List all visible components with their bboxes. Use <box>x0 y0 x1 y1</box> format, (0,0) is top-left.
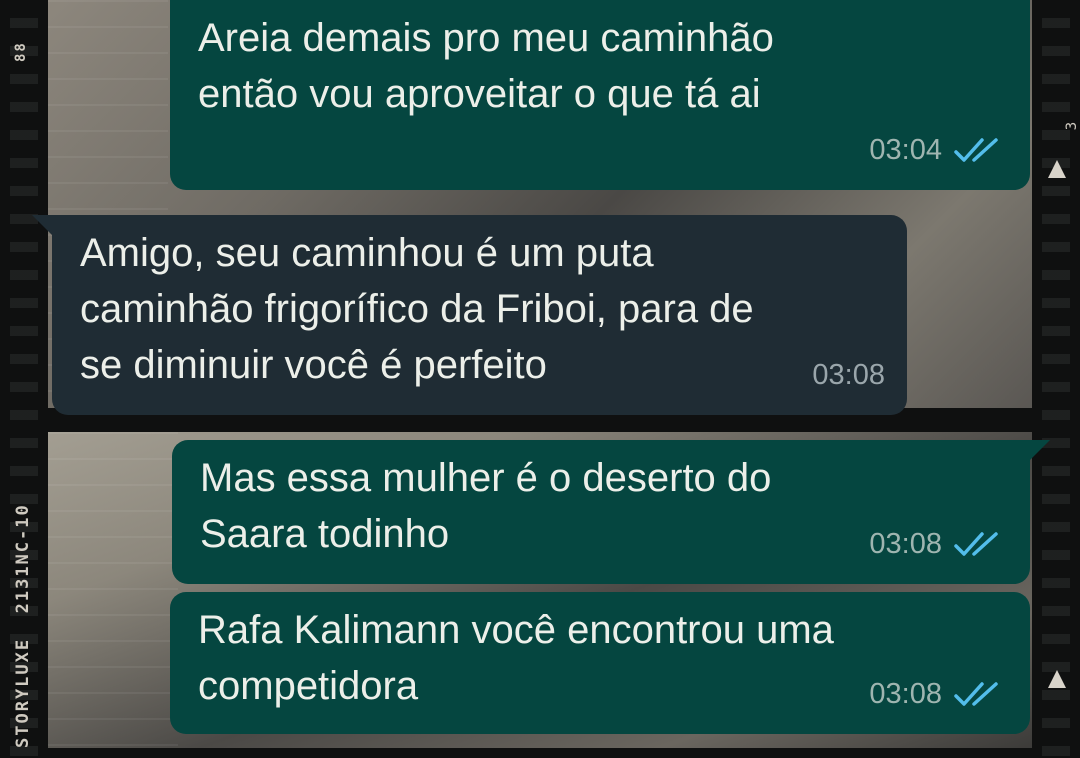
bubble-tail <box>32 215 54 237</box>
double-check-read-icon <box>954 532 998 556</box>
message-meta: 03:08 <box>869 516 1002 572</box>
message-meta: 03:08 <box>869 666 1002 722</box>
double-check-read-icon <box>954 682 998 706</box>
bubble-tail <box>1028 440 1050 462</box>
message-text: Amigo, seu caminhou é um puta caminhão f… <box>80 231 754 387</box>
message-bubble-outgoing[interactable]: Rafa Kalimann você encontrou uma competi… <box>170 592 1030 734</box>
message-time: 03:08 <box>812 359 885 391</box>
message-meta: 03:08 <box>812 347 885 403</box>
message-text: Areia demais pro meu caminhão então vou … <box>198 16 774 116</box>
message-time: 03:04 <box>869 134 942 166</box>
message-bubble-outgoing[interactable]: Areia demais pro meu caminhão então vou … <box>170 0 1030 190</box>
message-meta: 03:04 <box>869 122 1002 178</box>
message-time: 03:08 <box>869 678 942 710</box>
message-bubble-incoming[interactable]: Amigo, seu caminhou é um puta caminhão f… <box>32 215 907 415</box>
message-bubble-outgoing[interactable]: Mas essa mulher é o deserto do Saara tod… <box>172 440 1050 584</box>
message-time: 03:08 <box>869 528 942 560</box>
double-check-read-icon <box>954 138 998 162</box>
chat-message-list: Areia demais pro meu caminhão então vou … <box>0 0 1080 758</box>
